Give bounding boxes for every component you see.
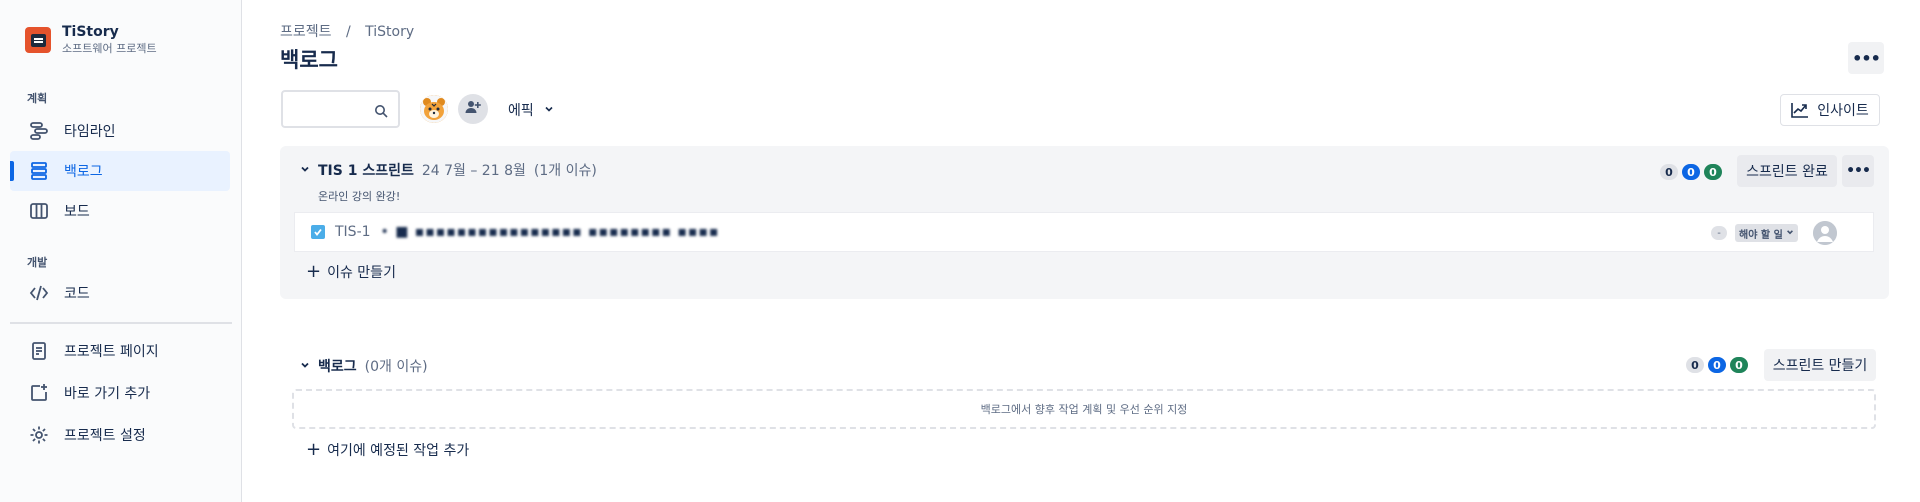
add-shortcut-icon <box>28 382 50 404</box>
breadcrumb-separator: / <box>345 24 351 40</box>
sidebar-item-label: 바로 가기 추가 <box>64 386 151 402</box>
section-label-dev: 개발 <box>27 256 48 269</box>
todo-count-badge: 0 <box>1660 164 1678 180</box>
page-icon <box>28 340 50 362</box>
backlog-empty-dropzone[interactable]: 백로그에서 향후 작업 계획 및 우선 순위 지정 <box>292 389 1876 429</box>
issue-key[interactable]: TIS-1 <box>335 224 371 240</box>
chevron-down-icon[interactable] <box>300 358 310 374</box>
project-name: TiStory <box>62 24 119 40</box>
code-icon <box>28 282 50 304</box>
breadcrumb: 프로젝트 / TiStory <box>280 21 424 41</box>
sidebar: TiStory 소프트웨어 프로젝트 계획 타임라인 백로그 보드 개발 코드 <box>0 0 242 502</box>
sidebar-item-label: 프로젝트 페이지 <box>64 344 159 360</box>
done-count-badge: 0 <box>1704 164 1722 180</box>
sidebar-item-backlog[interactable]: 백로그 <box>10 151 230 191</box>
sidebar-divider <box>10 322 232 324</box>
project-header[interactable]: TiStory 소프트웨어 프로젝트 <box>25 24 157 56</box>
chevron-down-icon <box>1786 228 1794 239</box>
issue-status-dropdown[interactable]: 해야 할 일 <box>1735 224 1798 242</box>
sprint-name: TIS 1 스프린트 <box>318 163 414 179</box>
backlog-issue-count: (0개 이슈) <box>364 359 428 375</box>
timeline-icon <box>28 120 50 142</box>
sidebar-item-add-shortcut[interactable]: 바로 가기 추가 <box>10 373 230 413</box>
backlog-icon <box>28 160 50 182</box>
sprint-container: TIS 1 스프린트 24 7월 – 21 8월 (1개 이슈) 온라인 강의 … <box>280 146 1889 299</box>
project-logo-icon <box>25 27 51 53</box>
create-sprint-button[interactable]: 스프린트 만들기 <box>1764 349 1876 381</box>
chevron-down-icon[interactable] <box>300 162 310 178</box>
sidebar-item-timeline[interactable]: 타임라인 <box>10 111 230 151</box>
avatar[interactable] <box>420 95 448 123</box>
add-person-icon <box>465 99 481 119</box>
add-people-button[interactable] <box>458 94 488 124</box>
sidebar-item-label: 타임라인 <box>64 124 116 140</box>
done-count-badge: 0 <box>1730 357 1748 373</box>
story-points-badge[interactable]: - <box>1711 226 1727 240</box>
add-planned-work-label: 여기에 예정된 작업 추가 <box>327 443 470 459</box>
epic-filter-label: 에픽 <box>508 103 534 119</box>
backlog-status-counts: 0 0 0 <box>1686 357 1752 373</box>
plus-icon: + <box>306 439 322 460</box>
insights-button[interactable]: 인사이트 <box>1780 94 1880 126</box>
sidebar-item-label: 코드 <box>64 286 90 302</box>
plus-icon: + <box>306 261 322 282</box>
board-icon <box>28 200 50 222</box>
issue-summary[interactable]: • ■ ▪▪▪▪▪▪▪▪▪▪▪▪▪▪▪▪ ▪▪▪▪▪▪▪▪ ▪▪▪▪ <box>381 224 720 240</box>
issue-row[interactable]: TIS-1 • ■ ▪▪▪▪▪▪▪▪▪▪▪▪▪▪▪▪ ▪▪▪▪▪▪▪▪ ▪▪▪▪… <box>294 212 1874 252</box>
sidebar-item-label: 백로그 <box>64 164 103 180</box>
sidebar-item-project-pages[interactable]: 프로젝트 페이지 <box>10 331 230 371</box>
task-type-icon <box>311 225 325 239</box>
add-planned-work-button[interactable]: + 여기에 예정된 작업 추가 <box>306 440 469 460</box>
breadcrumb-projects-link[interactable]: 프로젝트 <box>280 24 332 40</box>
backlog-header[interactable]: 백로그 (0개 이슈) <box>300 356 428 376</box>
sprint-status-counts: 0 0 0 <box>1660 164 1726 180</box>
more-actions-button[interactable]: ••• <box>1848 42 1884 74</box>
sidebar-item-code[interactable]: 코드 <box>10 273 230 313</box>
gear-icon <box>28 424 50 446</box>
sprint-more-button[interactable]: ••• <box>1842 155 1874 187</box>
todo-count-badge: 0 <box>1686 357 1704 373</box>
insights-icon <box>1791 103 1809 118</box>
breadcrumb-project-link[interactable]: TiStory <box>365 24 414 40</box>
assignee-avatar[interactable] <box>1813 221 1837 245</box>
insights-label: 인사이트 <box>1817 103 1869 119</box>
more-icon: ••• <box>1852 48 1881 68</box>
issue-status-label: 해야 할 일 <box>1739 229 1783 241</box>
sprint-dates: 24 7월 – 21 8월 <box>421 163 526 179</box>
sidebar-item-project-settings[interactable]: 프로젝트 설정 <box>10 415 230 455</box>
sidebar-item-label: 프로젝트 설정 <box>64 428 146 444</box>
in-progress-count-badge: 0 <box>1708 357 1726 373</box>
complete-sprint-button[interactable]: 스프린트 완료 <box>1737 155 1837 187</box>
sprint-header[interactable]: TIS 1 스프린트 24 7월 – 21 8월 (1개 이슈) <box>300 160 597 180</box>
more-icon: ••• <box>1846 163 1871 179</box>
chevron-down-icon <box>544 102 554 118</box>
backlog-name: 백로그 <box>318 359 357 375</box>
epic-filter-dropdown[interactable]: 에픽 <box>508 97 554 123</box>
sidebar-item-label: 보드 <box>64 204 90 220</box>
sidebar-item-board[interactable]: 보드 <box>10 191 230 231</box>
create-issue-button[interactable]: + 이슈 만들기 <box>306 262 396 282</box>
page-title: 백로그 <box>280 48 338 72</box>
sprint-issue-count: (1개 이슈) <box>533 163 597 179</box>
section-label-planning: 계획 <box>27 92 48 105</box>
create-issue-label: 이슈 만들기 <box>327 265 396 281</box>
search-input[interactable] <box>281 90 400 128</box>
project-type: 소프트웨어 프로젝트 <box>62 42 157 55</box>
search-icon <box>374 103 388 118</box>
in-progress-count-badge: 0 <box>1682 164 1700 180</box>
sprint-goal: 온라인 강의 완강! <box>318 190 401 203</box>
